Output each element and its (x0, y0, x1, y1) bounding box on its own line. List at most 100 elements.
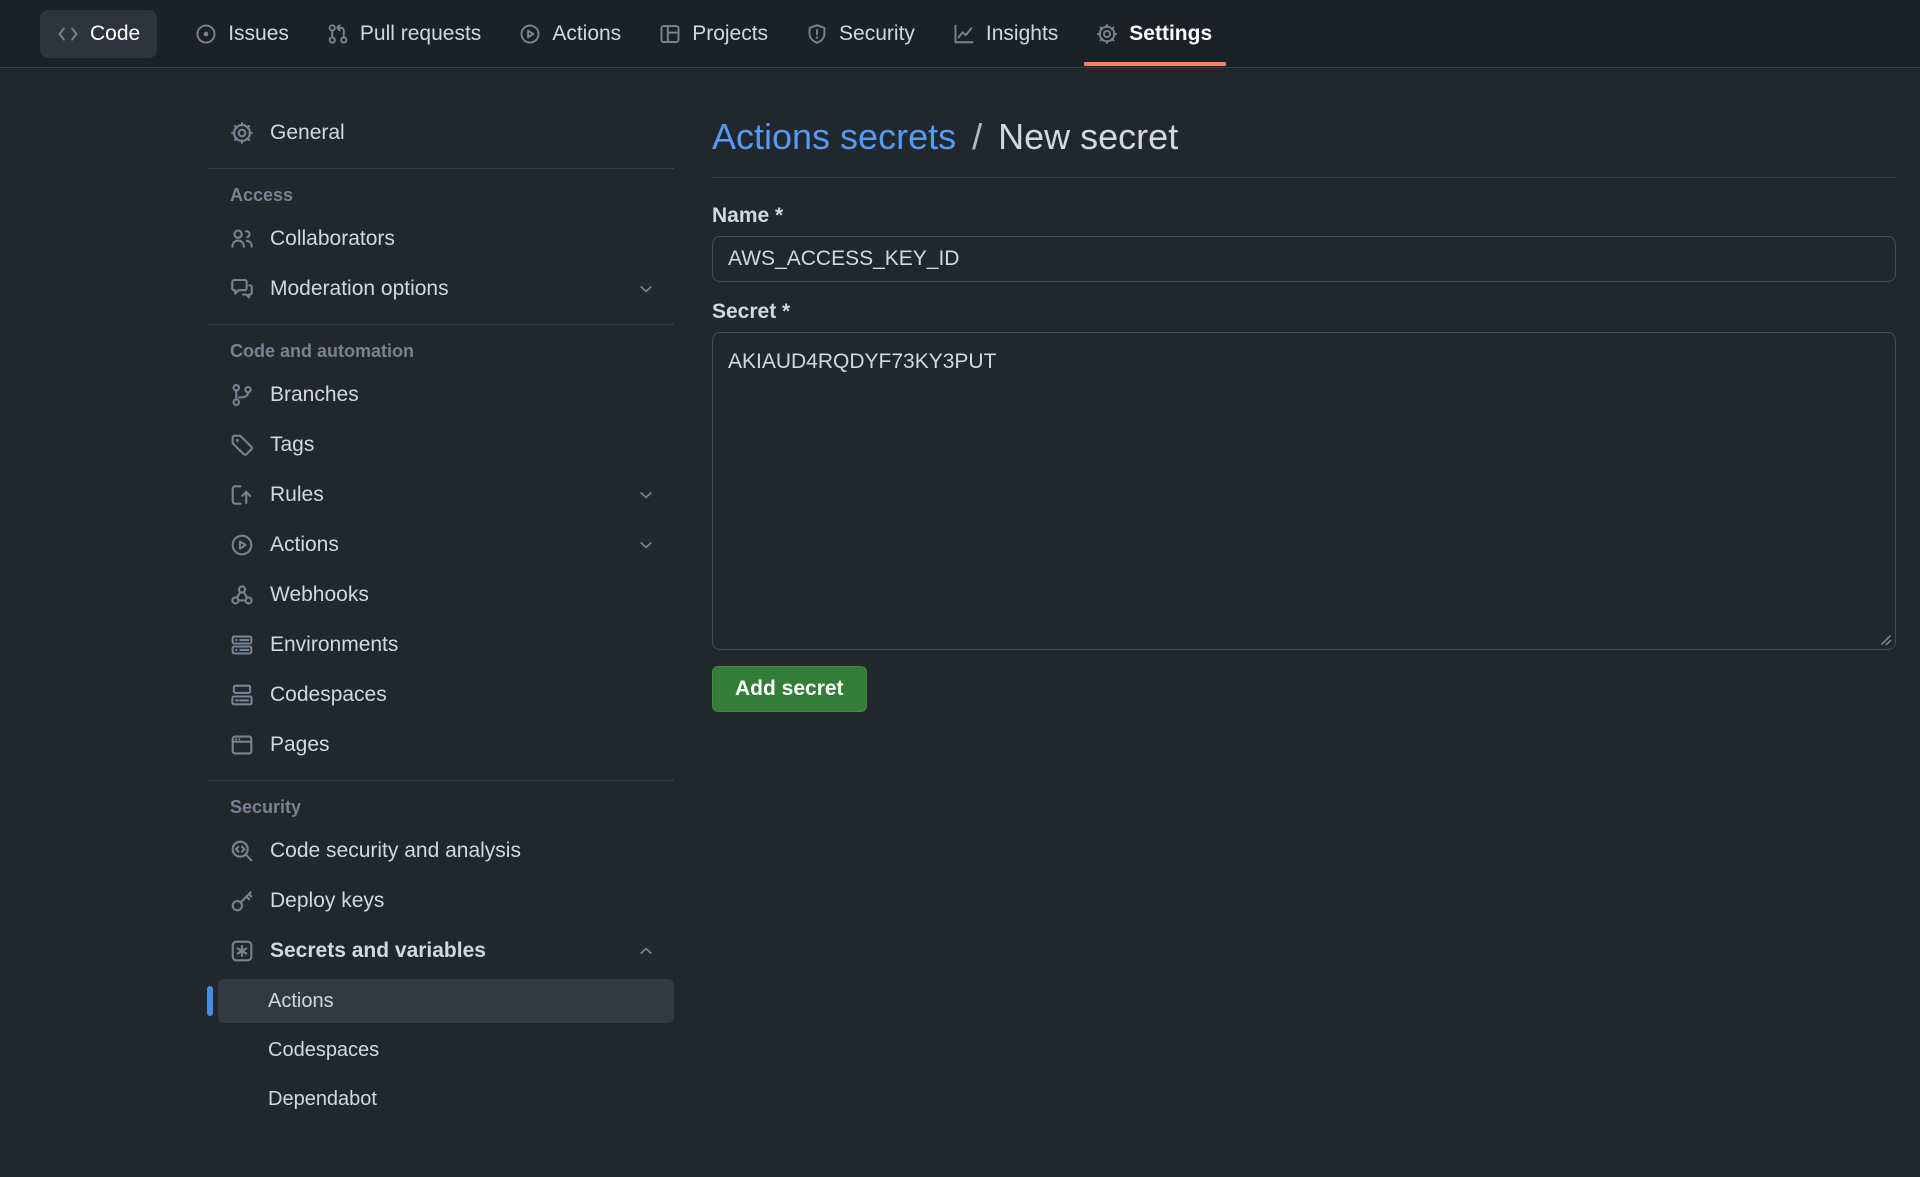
sidebar-section-header-security: Security (218, 797, 674, 818)
sidebar-item-label: Webhooks (270, 583, 369, 607)
breadcrumb-actions-secrets-link[interactable]: Actions secrets (712, 116, 956, 157)
codespaces-icon (230, 683, 254, 707)
sidebar-item-secrets-and-variables[interactable]: Secrets and variables (218, 926, 674, 976)
graph-icon (953, 23, 975, 45)
chevron-down-icon (636, 279, 656, 299)
git-branch-icon (230, 383, 254, 407)
tab-actions[interactable]: Actions (519, 22, 621, 46)
tab-label: Actions (552, 22, 621, 46)
sidebar-item-deploy-keys[interactable]: Deploy keys (218, 876, 674, 926)
sidebar-item-branches[interactable]: Branches (218, 370, 674, 420)
tab-pull-requests[interactable]: Pull requests (327, 22, 481, 46)
sidebar-item-pages[interactable]: Pages (218, 720, 674, 770)
tab-label: Settings (1129, 22, 1212, 46)
sidebar-item-label: Rules (270, 483, 324, 507)
sidebar-item-label: Moderation options (270, 277, 449, 301)
tab-issues[interactable]: Issues (195, 22, 289, 46)
active-item-indicator (207, 986, 213, 1016)
sidebar-subitem-label: Dependabot (268, 1088, 377, 1111)
sidebar-item-label: Deploy keys (270, 889, 384, 913)
play-icon (230, 533, 254, 557)
sidebar-subitem-actions[interactable]: Actions (218, 979, 674, 1023)
sidebar-subitem-label: Actions (268, 990, 334, 1013)
tab-insights[interactable]: Insights (953, 22, 1058, 46)
sidebar-item-label: Secrets and variables (270, 939, 486, 963)
breadcrumb-separator: / (966, 116, 988, 157)
sidebar-divider (208, 780, 674, 781)
people-icon (230, 227, 254, 251)
secret-field-label: Secret * (712, 300, 1896, 324)
tab-settings[interactable]: Settings (1096, 22, 1212, 46)
sidebar-item-code-security-analysis[interactable]: Code security and analysis (218, 826, 674, 876)
shield-icon (806, 23, 828, 45)
sidebar-section-header-code-automation: Code and automation (218, 341, 674, 362)
settings-page: General Access Collaborators Moderati (0, 68, 1920, 1126)
sidebar-item-label: Code security and analysis (270, 839, 521, 863)
sidebar-subitem-label: Codespaces (268, 1039, 379, 1062)
tab-label: Insights (986, 22, 1058, 46)
secret-value-textarea[interactable]: AKIAUD4RQDYF73KY3PUT (712, 332, 1896, 650)
new-secret-panel: Actions secrets / New secret Name * Secr… (712, 68, 1896, 712)
table-icon (659, 23, 681, 45)
tab-label: Pull requests (360, 22, 481, 46)
sidebar-item-collaborators[interactable]: Collaborators (218, 214, 674, 264)
secret-name-input[interactable] (712, 236, 1896, 282)
add-secret-button[interactable]: Add secret (712, 666, 867, 712)
tab-label: Projects (692, 22, 768, 46)
sidebar-divider (208, 168, 674, 169)
discussion-icon (230, 277, 254, 301)
sidebar-item-label: Actions (270, 533, 339, 557)
page-title: New secret (998, 116, 1178, 157)
tab-projects[interactable]: Projects (659, 22, 768, 46)
settings-sidebar: General Access Collaborators Moderati (208, 68, 674, 1126)
key-icon (230, 889, 254, 913)
sidebar-item-tags[interactable]: Tags (218, 420, 674, 470)
name-field-label: Name * (712, 204, 1896, 228)
chevron-down-icon (636, 485, 656, 505)
play-icon (519, 23, 541, 45)
sidebar-item-general[interactable]: General (218, 108, 674, 158)
sidebar-item-actions[interactable]: Actions (218, 520, 674, 570)
sidebar-item-label: Codespaces (270, 683, 387, 707)
sidebar-item-label: Collaborators (270, 227, 395, 251)
sidebar-item-label: Pages (270, 733, 330, 757)
sidebar-item-label: Environments (270, 633, 398, 657)
resize-grip-icon[interactable] (1877, 631, 1893, 647)
webhook-icon (230, 583, 254, 607)
code-icon (57, 23, 79, 45)
secret-value-wrap: AKIAUD4RQDYF73KY3PUT (712, 332, 1896, 650)
settings-active-underline (1084, 62, 1226, 66)
repo-tab-bar: Code Issues Pull requests Actions Projec… (0, 0, 1920, 68)
sidebar-item-label: Branches (270, 383, 359, 407)
sidebar-subitem-dependabot[interactable]: Dependabot (218, 1077, 674, 1121)
sidebar-item-environments[interactable]: Environments (218, 620, 674, 670)
server-icon (230, 633, 254, 657)
issue-opened-icon (195, 23, 217, 45)
breadcrumb: Actions secrets / New secret (712, 114, 1896, 159)
gear-icon (230, 121, 254, 145)
sidebar-divider (208, 324, 674, 325)
sidebar-item-label: Tags (270, 433, 314, 457)
chevron-up-icon (636, 941, 656, 961)
sidebar-section-header-access: Access (218, 185, 674, 206)
tab-security[interactable]: Security (806, 22, 915, 46)
code-scan-icon (230, 839, 254, 863)
sidebar-item-webhooks[interactable]: Webhooks (218, 570, 674, 620)
tab-label: Code (90, 22, 140, 46)
tab-label: Issues (228, 22, 289, 46)
sidebar-subitem-codespaces[interactable]: Codespaces (218, 1028, 674, 1072)
sidebar-item-moderation-options[interactable]: Moderation options (218, 264, 674, 314)
git-pull-request-icon (327, 23, 349, 45)
sidebar-item-rules[interactable]: Rules (218, 470, 674, 520)
gear-icon (1096, 23, 1118, 45)
sidebar-item-label: General (270, 121, 345, 145)
tag-icon (230, 433, 254, 457)
tab-code[interactable]: Code (40, 10, 157, 58)
tab-label: Security (839, 22, 915, 46)
chevron-down-icon (636, 535, 656, 555)
browser-icon (230, 733, 254, 757)
heading-divider (712, 177, 1896, 178)
rules-icon (230, 483, 254, 507)
sidebar-item-codespaces[interactable]: Codespaces (218, 670, 674, 720)
secrets-icon (230, 939, 254, 963)
